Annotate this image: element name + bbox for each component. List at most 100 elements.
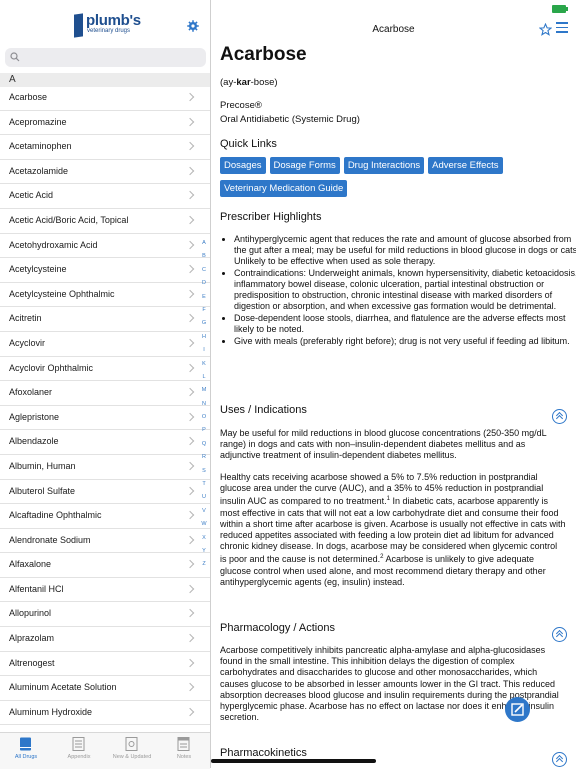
drug-name-label: Acetylcysteine Ophthalmic — [9, 288, 115, 299]
list-item[interactable]: Acarbose — [0, 86, 210, 111]
chevron-right-icon — [185, 560, 195, 569]
trade-info: Precose® Oral Antidiabetic (Systemic Dru… — [220, 99, 360, 127]
search-input[interactable] — [5, 48, 206, 67]
index-letter[interactable]: E — [199, 291, 209, 304]
index-letter[interactable]: I — [199, 344, 209, 357]
drug-name-label: Alendronate Sodium — [9, 534, 91, 545]
index-letter[interactable]: V — [199, 505, 209, 518]
drug-name-label: Acetaminophen — [9, 141, 72, 152]
list-item[interactable]: Acetazolamide — [0, 160, 210, 185]
quick-link-button[interactable]: Dosage Forms — [269, 157, 340, 174]
list-item[interactable]: Albumin, Human — [0, 455, 210, 480]
menu-icon[interactable] — [556, 22, 568, 36]
logo-name: plumb's — [86, 12, 141, 29]
index-letter[interactable]: F — [199, 304, 209, 317]
list-item[interactable]: Aglepristone — [0, 406, 210, 431]
list-item[interactable]: Albendazole — [0, 430, 210, 455]
list-item[interactable]: Aluminum Hydroxide — [0, 701, 210, 726]
list-item[interactable]: Acyclovir Ophthalmic — [0, 357, 210, 382]
drug-name-label: Acetazolamide — [9, 165, 69, 176]
drug-list: Acarbose Acepromazine Acetaminophen Acetazo… — [0, 86, 210, 726]
index-letter[interactable]: B — [199, 250, 209, 263]
list-item[interactable]: Acetic Acid/Boric Acid, Topical — [0, 209, 210, 234]
drug-name: Acarbose — [220, 44, 307, 65]
index-letter[interactable]: M — [199, 384, 209, 397]
index-letter[interactable]: G — [199, 317, 209, 330]
list-item[interactable]: Alcaftadine Ophthalmic — [0, 504, 210, 529]
alphabet-index[interactable]: ABCDEFGHIKLMNOPQRSTUVWXYZ — [199, 237, 209, 572]
list-item[interactable]: Acitretin — [0, 307, 210, 332]
chevron-right-icon — [185, 92, 195, 102]
add-note-button[interactable] — [505, 697, 530, 722]
quick-link-button[interactable]: Adverse Effects — [428, 157, 503, 174]
chevron-right-icon — [185, 314, 195, 323]
index-letter[interactable]: Q — [199, 438, 209, 451]
drug-name-label: Alfentanil HCl — [9, 583, 64, 594]
index-letter[interactable]: P — [199, 424, 209, 437]
index-letter[interactable]: Y — [199, 545, 209, 558]
chevron-right-icon — [185, 289, 195, 298]
list-item[interactable]: Acetaminophen — [0, 135, 210, 160]
list-item[interactable]: Allopurinol — [0, 602, 210, 628]
chevron-right-icon — [185, 609, 195, 618]
list-item[interactable]: Afoxolaner — [0, 381, 210, 406]
tab-label: All Drugs — [14, 754, 38, 760]
gear-icon[interactable] — [187, 20, 199, 32]
index-letter[interactable]: R — [199, 451, 209, 464]
list-item[interactable]: Aluminum Acetate Solution — [0, 676, 210, 701]
list-item[interactable]: Acetohydroxamic Acid — [0, 234, 210, 259]
index-letter[interactable]: D — [199, 277, 209, 290]
list-item[interactable]: Alprazolam — [0, 627, 210, 652]
tab-label: Notes — [176, 754, 192, 760]
monograph-pane: Acarbose Acarbose (ay-kar-bose) Precose®… — [211, 0, 576, 768]
chevron-right-icon — [185, 117, 195, 126]
quick-link-button[interactable]: Drug Interactions — [343, 157, 425, 174]
chevron-right-icon — [185, 461, 195, 471]
favorite-star-icon[interactable] — [539, 23, 552, 36]
collapse-uses-button[interactable] — [552, 409, 567, 424]
tab-all-drugs[interactable]: All Drugs — [0, 733, 52, 769]
drug-name-label: Alfaxalone — [9, 559, 52, 570]
uses-paragraph-2: Healthy cats receiving acarbose showed a… — [220, 472, 566, 587]
tab-label: Appendix — [67, 754, 91, 760]
list-item[interactable]: Alendronate Sodium — [0, 529, 210, 554]
list-item[interactable]: Altrenogest — [0, 652, 210, 677]
chevron-right-icon — [185, 338, 195, 348]
tab-notes[interactable]: Notes — [158, 733, 210, 769]
index-letter[interactable]: A — [199, 237, 209, 250]
index-letter[interactable]: T — [199, 478, 209, 491]
collapse-pharmacokinetics-button[interactable] — [552, 752, 567, 767]
search-icon — [10, 52, 20, 62]
list-item[interactable]: Acyclovir — [0, 332, 210, 357]
index-letter[interactable]: K — [199, 358, 209, 371]
index-letter[interactable]: L — [199, 371, 209, 384]
list-item[interactable]: Albuterol Sulfate — [0, 480, 210, 505]
tab-appendix[interactable]: Appendix — [53, 733, 105, 769]
quick-links: Dosages Dosage Forms Drug Interactions Adve… — [220, 155, 570, 201]
index-letter[interactable]: O — [199, 411, 209, 424]
chevron-right-icon — [185, 215, 195, 225]
chevron-right-icon — [185, 510, 195, 520]
list-item[interactable]: Acetylcysteine — [0, 258, 210, 283]
list-item[interactable]: Alfentanil HCl — [0, 578, 210, 603]
collapse-pharmacology-button[interactable] — [552, 627, 567, 642]
index-letter[interactable]: W — [199, 518, 209, 531]
index-letter[interactable]: U — [199, 491, 209, 504]
tab-new-updated[interactable]: New & Updated — [106, 733, 158, 769]
highlights-list: Antihyperglycemic agent that reduces the… — [220, 234, 576, 348]
quick-link-button[interactable]: Veterinary Medication Guide — [220, 180, 348, 197]
list-item[interactable]: Alfaxalone — [0, 553, 210, 578]
plumbs-logo: plumb's veterinary drugs — [74, 12, 144, 40]
index-letter[interactable]: N — [199, 398, 209, 411]
index-letter[interactable]: C — [199, 264, 209, 277]
list-item[interactable]: Acetylcysteine Ophthalmic — [0, 283, 210, 308]
list-item[interactable]: Acetic Acid — [0, 184, 210, 209]
index-letter[interactable]: H — [199, 331, 209, 344]
index-letter[interactable]: S — [199, 465, 209, 478]
chevron-right-icon — [185, 683, 195, 692]
index-letter[interactable]: Z — [199, 558, 209, 571]
logo-subtitle: veterinary drugs — [87, 28, 131, 34]
index-letter[interactable]: X — [199, 532, 209, 545]
quick-link-button[interactable]: Dosages — [220, 157, 266, 174]
list-item[interactable]: Acepromazine — [0, 111, 210, 136]
